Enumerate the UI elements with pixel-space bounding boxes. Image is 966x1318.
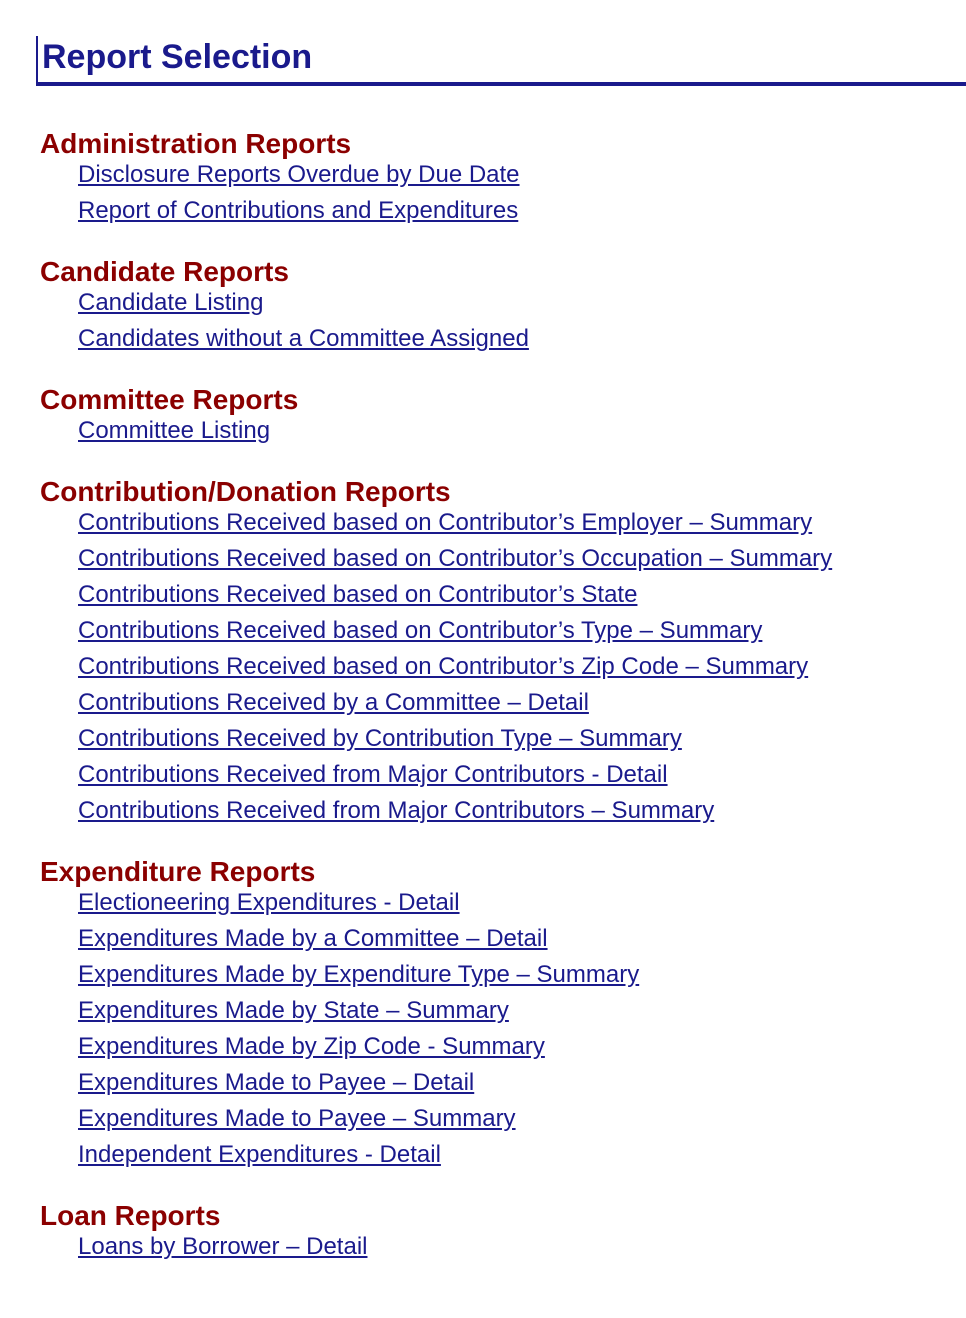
section-heading: Candidate Reports <box>40 256 289 287</box>
list-item: Expenditures Made by Zip Code - Summary <box>78 1032 966 1068</box>
list-item: Expenditures Made by State – Summary <box>78 996 966 1032</box>
list-item: Candidates without a Committee Assigned <box>78 324 966 360</box>
list-item: Contributions Received based on Contribu… <box>78 616 966 652</box>
page-header: Report Selection <box>36 36 966 86</box>
section-heading: Contribution/Donation Reports <box>40 476 451 507</box>
report-link-candidate-listing[interactable]: Candidate Listing <box>78 289 263 316</box>
report-list: Electioneering Expenditures - Detail Exp… <box>40 888 966 1176</box>
section-heading: Committee Reports <box>40 384 299 415</box>
list-item: Report of Contributions and Expenditures <box>78 196 966 232</box>
section-contribution-reports: Contribution/Donation Reports Contributi… <box>40 476 966 832</box>
report-link-contrib-major-detail[interactable]: Contributions Received from Major Contri… <box>78 761 668 788</box>
report-link-contrib-state[interactable]: Contributions Received based on Contribu… <box>78 581 637 608</box>
report-link-contrib-zip-summary[interactable]: Contributions Received based on Contribu… <box>78 653 808 680</box>
report-link-contrib-employer-summary[interactable]: Contributions Received based on Contribu… <box>78 509 812 536</box>
report-link-contrib-committee-detail[interactable]: Contributions Received by a Committee – … <box>78 689 589 716</box>
report-link-contrib-contribution-type-summary[interactable]: Contributions Received by Contribution T… <box>78 725 682 752</box>
section-administration-reports: Administration Reports Disclosure Report… <box>40 128 966 232</box>
section-expenditure-reports: Expenditure Reports Electioneering Expen… <box>40 856 966 1176</box>
list-item: Contributions Received based on Contribu… <box>78 544 966 580</box>
list-item: Electioneering Expenditures - Detail <box>78 888 966 924</box>
list-item: Loans by Borrower – Detail <box>78 1232 966 1268</box>
list-item: Contributions Received by Contribution T… <box>78 724 966 760</box>
list-item: Contributions Received from Major Contri… <box>78 796 966 832</box>
section-heading: Administration Reports <box>40 128 352 159</box>
report-list: Contributions Received based on Contribu… <box>40 508 966 832</box>
section-heading: Expenditure Reports <box>40 856 316 887</box>
list-item: Expenditures Made by a Committee – Detai… <box>78 924 966 960</box>
report-link-contrib-occupation-summary[interactable]: Contributions Received based on Contribu… <box>78 545 832 572</box>
list-item: Contributions Received based on Contribu… <box>78 580 966 616</box>
report-link-contributions-and-expenditures[interactable]: Report of Contributions and Expenditures <box>78 197 518 224</box>
list-item: Contributions Received from Major Contri… <box>78 760 966 796</box>
section-loan-reports: Loan Reports Loans by Borrower – Detail <box>40 1200 966 1268</box>
section-committee-reports: Committee Reports Committee Listing <box>40 384 966 452</box>
report-list: Candidate Listing Candidates without a C… <box>40 288 966 360</box>
section-candidate-reports: Candidate Reports Candidate Listing Cand… <box>40 256 966 360</box>
report-link-contrib-major-summary[interactable]: Contributions Received from Major Contri… <box>78 797 714 824</box>
report-list: Disclosure Reports Overdue by Due Date R… <box>40 160 966 232</box>
report-link-candidates-without-committee[interactable]: Candidates without a Committee Assigned <box>78 325 529 352</box>
list-item: Contributions Received by a Committee – … <box>78 688 966 724</box>
report-list: Committee Listing <box>40 416 966 452</box>
report-link-expend-committee-detail[interactable]: Expenditures Made by a Committee – Detai… <box>78 925 548 952</box>
list-item: Expenditures Made by Expenditure Type – … <box>78 960 966 996</box>
section-heading: Loan Reports <box>40 1200 221 1231</box>
report-link-expend-type-summary[interactable]: Expenditures Made by Expenditure Type – … <box>78 961 639 988</box>
list-item: Expenditures Made to Payee – Detail <box>78 1068 966 1104</box>
report-link-expend-payee-detail[interactable]: Expenditures Made to Payee – Detail <box>78 1069 474 1096</box>
list-item: Expenditures Made to Payee – Summary <box>78 1104 966 1140</box>
page-title: Report Selection <box>42 38 313 76</box>
list-item: Candidate Listing <box>78 288 966 324</box>
list-item: Disclosure Reports Overdue by Due Date <box>78 160 966 196</box>
report-link-committee-listing[interactable]: Committee Listing <box>78 417 270 444</box>
report-link-expend-payee-summary[interactable]: Expenditures Made to Payee – Summary <box>78 1105 516 1132</box>
list-item: Committee Listing <box>78 416 966 452</box>
report-list: Loans by Borrower – Detail <box>40 1232 966 1268</box>
list-item: Contributions Received based on Contribu… <box>78 508 966 544</box>
report-sections: Administration Reports Disclosure Report… <box>40 128 966 1292</box>
report-link-disclosure-reports-overdue[interactable]: Disclosure Reports Overdue by Due Date <box>78 161 520 188</box>
report-link-expend-zip-summary[interactable]: Expenditures Made by Zip Code - Summary <box>78 1033 545 1060</box>
report-link-loans-borrower-detail[interactable]: Loans by Borrower – Detail <box>78 1233 367 1260</box>
list-item: Contributions Received based on Contribu… <box>78 652 966 688</box>
report-link-expend-state-summary[interactable]: Expenditures Made by State – Summary <box>78 997 509 1024</box>
list-item: Independent Expenditures - Detail <box>78 1140 966 1176</box>
report-link-contrib-type-summary[interactable]: Contributions Received based on Contribu… <box>78 617 762 644</box>
report-link-independent-detail[interactable]: Independent Expenditures - Detail <box>78 1141 441 1168</box>
report-link-electioneering-detail[interactable]: Electioneering Expenditures - Detail <box>78 889 460 916</box>
